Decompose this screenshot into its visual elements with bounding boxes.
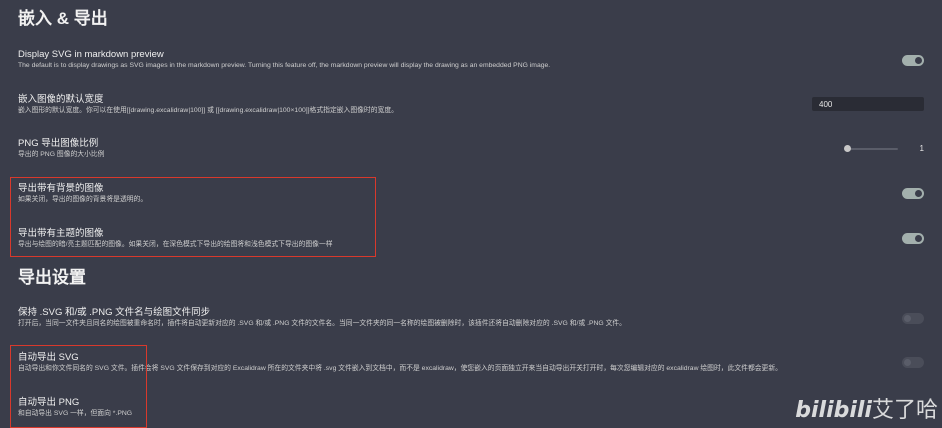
slider-thumb[interactable] bbox=[844, 145, 851, 152]
display-svg-toggle[interactable] bbox=[902, 55, 924, 66]
toggle-knob bbox=[915, 57, 922, 64]
setting-png-scale: PNG 导出图像比例 导出的 PNG 图像的大小比例 bbox=[18, 137, 924, 160]
setting-keep-sync: 保持 .SVG 和/或 .PNG 文件名与绘图文件同步 打开后，当同一文件夹且同… bbox=[18, 306, 924, 329]
setting-default-width: 嵌入图像的默认宽度 嵌入图形的默认宽度。你可以在使用[[drawing.exca… bbox=[18, 93, 924, 116]
setting-desc: 和自动导出 SVG 一样，但面向 *.PNG bbox=[18, 410, 133, 417]
keep-sync-toggle[interactable] bbox=[902, 313, 924, 324]
setting-auto-svg: 自动导出 SVG 自动导出和你文件同名的 SVG 文件。插件会将 SVG 文件保… bbox=[18, 351, 924, 374]
setting-name: Display SVG in markdown preview bbox=[18, 49, 164, 60]
toggle-knob bbox=[915, 235, 922, 242]
export-background-toggle[interactable] bbox=[902, 188, 924, 199]
setting-name: 嵌入图像的默认宽度 bbox=[18, 94, 104, 105]
toggle-knob bbox=[904, 315, 911, 322]
setting-name: PNG 导出图像比例 bbox=[18, 138, 99, 149]
setting-export-background: 导出带有背景的图像 如果关闭，导出的图像的背景将是透明的。 bbox=[18, 182, 924, 205]
slider-value: 1 bbox=[919, 144, 924, 153]
setting-desc: 导出与绘图的暗/亮主题匹配的图像。如果关闭，在深色模式下导出的绘图将和浅色模式下… bbox=[18, 241, 333, 248]
toggle-knob bbox=[904, 359, 911, 366]
setting-desc: 自动导出和你文件同名的 SVG 文件。插件会将 SVG 文件保存到对应的 Exc… bbox=[18, 365, 782, 372]
setting-name: 自动导出 PNG bbox=[18, 397, 80, 408]
section-title-embed-export: 嵌入 & 导出 bbox=[18, 9, 108, 28]
export-theme-toggle[interactable] bbox=[902, 233, 924, 244]
setting-desc: 嵌入图形的默认宽度。你可以在使用[[drawing.excalidraw|100… bbox=[18, 107, 398, 114]
default-width-input[interactable] bbox=[812, 97, 924, 111]
png-scale-slider[interactable]: 1 bbox=[844, 143, 924, 155]
slider-track[interactable] bbox=[846, 148, 898, 150]
setting-name: 保持 .SVG 和/或 .PNG 文件名与绘图文件同步 bbox=[18, 307, 211, 318]
toggle-knob bbox=[915, 190, 922, 197]
setting-display-svg: Display SVG in markdown preview The defa… bbox=[18, 48, 924, 71]
watermark-brand: bilibili bbox=[795, 398, 872, 423]
setting-desc: 如果关闭，导出的图像的背景将是透明的。 bbox=[18, 196, 148, 203]
setting-desc: 打开后，当同一文件夹且同名的绘图被重命名时，插件将自动更新对应的 .SVG 和/… bbox=[18, 320, 626, 327]
setting-desc: 导出的 PNG 图像的大小比例 bbox=[18, 151, 105, 158]
setting-name: 导出带有主题的图像 bbox=[18, 228, 104, 239]
setting-name: 导出带有背景的图像 bbox=[18, 183, 104, 194]
watermark-author: 艾了哈 bbox=[871, 398, 938, 423]
setting-desc: The default is to display drawings as SV… bbox=[18, 62, 551, 69]
section-title-export-settings: 导出设置 bbox=[18, 268, 86, 287]
auto-svg-toggle[interactable] bbox=[902, 357, 924, 368]
settings-page: 嵌入 & 导出 Display SVG in markdown preview … bbox=[0, 0, 942, 428]
setting-export-theme: 导出带有主题的图像 导出与绘图的暗/亮主题匹配的图像。如果关闭，在深色模式下导出… bbox=[18, 227, 924, 250]
setting-auto-png: 自动导出 PNG 和自动导出 SVG 一样，但面向 *.PNG bbox=[18, 396, 924, 419]
bilibili-watermark: bilibili艾了哈 bbox=[795, 392, 938, 424]
setting-name: 自动导出 SVG bbox=[18, 352, 79, 363]
